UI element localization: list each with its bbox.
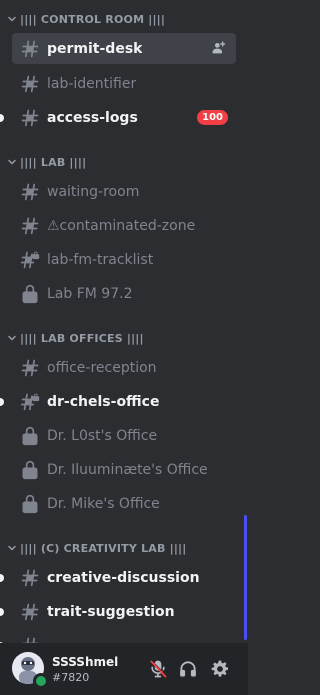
user-panel: SSSShmel #7820 — [0, 643, 248, 695]
channel-dr-chels-office[interactable]: dr-chels-office — [0, 386, 236, 417]
hashtag-icon — [20, 182, 40, 202]
channel-permit-desk[interactable]: permit-desk — [12, 33, 236, 64]
channel-access-logs[interactable]: access-logs 100 — [0, 102, 236, 133]
channel-name: office-reception — [47, 359, 157, 376]
channel-name: creative-discussion — [47, 569, 200, 586]
channel-name: Lab FM 97.2 — [47, 285, 133, 302]
hashtag-icon — [20, 108, 40, 128]
category-label: |||| LAB OFFICES |||| — [20, 331, 144, 345]
category-lab[interactable]: |||| LAB |||| — [6, 154, 86, 170]
chevron-down-icon — [6, 156, 18, 168]
chevron-down-icon — [6, 13, 18, 25]
channel-name: trait-suggestion — [47, 603, 175, 620]
headphones-icon[interactable] — [178, 659, 198, 679]
chevron-down-icon — [6, 542, 18, 554]
hashtag-icon — [20, 358, 40, 378]
hashtag-lock-icon — [20, 392, 40, 412]
channel-dr-l0st-office[interactable]: Dr. L0st's Office — [12, 420, 236, 451]
channel-name: waiting-room — [47, 183, 140, 200]
hashtag-icon — [20, 568, 40, 588]
hashtag-icon — [20, 216, 40, 236]
scrollbar-thumb[interactable] — [244, 515, 247, 640]
channel-name: lab-identifier — [47, 75, 137, 92]
gear-icon[interactable] — [210, 659, 230, 679]
channel-trait-suggestion[interactable]: trait-suggestion — [0, 596, 236, 627]
online-status-indicator — [33, 673, 49, 689]
channel-lab-fm-tracklist[interactable]: lab-fm-tracklist — [12, 244, 236, 275]
user-discriminator: #7820 — [52, 671, 90, 684]
channel-lab-fm[interactable]: Lab FM 97.2 — [12, 278, 236, 309]
channel-name: Dr. Mike's Office — [47, 495, 160, 512]
channel-name: access-logs — [47, 109, 138, 126]
channel-list[interactable]: |||| CONTROL ROOM |||| permit-desk lab-i… — [0, 0, 248, 643]
chevron-down-icon — [6, 332, 18, 344]
category-label: |||| LAB |||| — [20, 155, 87, 169]
category-creativity-lab[interactable]: |||| (C) CREATIVITY LAB |||| — [6, 540, 186, 556]
hashtag-icon — [20, 602, 40, 622]
unread-indicator — [0, 398, 4, 406]
lock-icon — [20, 426, 40, 446]
category-control-room[interactable]: |||| CONTROL ROOM |||| — [6, 11, 165, 27]
category-lab-offices[interactable]: |||| LAB OFFICES |||| — [6, 330, 144, 346]
channel-name: permit-desk — [47, 40, 143, 57]
unread-indicator — [0, 574, 4, 582]
channel-partially-hidden[interactable] — [0, 630, 236, 644]
hashtag-icon — [20, 39, 40, 59]
add-member-icon[interactable] — [210, 40, 226, 56]
unread-indicator — [0, 608, 4, 616]
username: SSSShmel — [52, 655, 119, 669]
channel-contaminated-zone[interactable]: ⚠contaminated-zone — [12, 210, 236, 241]
channel-dr-iluuminate-office[interactable]: Dr. Iluuminæte's Office — [12, 454, 236, 485]
unread-indicator — [0, 114, 4, 122]
lock-icon — [20, 460, 40, 480]
channel-name: Dr. Iluuminæte's Office — [47, 461, 208, 478]
hashtag-icon — [20, 636, 40, 644]
mention-badge: 100 — [197, 110, 228, 125]
channel-name: Dr. L0st's Office — [47, 427, 158, 444]
channel-name: dr-chels-office — [47, 393, 160, 410]
channel-office-reception[interactable]: office-reception — [12, 352, 236, 383]
channel-name: ⚠contaminated-zone — [47, 217, 196, 234]
channel-dr-mike-office[interactable]: Dr. Mike's Office — [12, 488, 236, 519]
lock-icon — [20, 494, 40, 514]
category-label: |||| CONTROL ROOM |||| — [20, 12, 166, 26]
channel-creative-discussion[interactable]: creative-discussion — [0, 562, 236, 593]
channel-waiting-room[interactable]: waiting-room — [12, 176, 236, 207]
microphone-muted-icon[interactable] — [148, 659, 168, 679]
hashtag-lock-icon — [20, 250, 40, 270]
hashtag-icon — [20, 74, 40, 94]
channel-name: lab-fm-tracklist — [47, 251, 154, 268]
channel-lab-identifier[interactable]: lab-identifier — [12, 68, 236, 99]
category-label: |||| (C) CREATIVITY LAB |||| — [20, 541, 187, 555]
lock-icon — [20, 284, 40, 304]
